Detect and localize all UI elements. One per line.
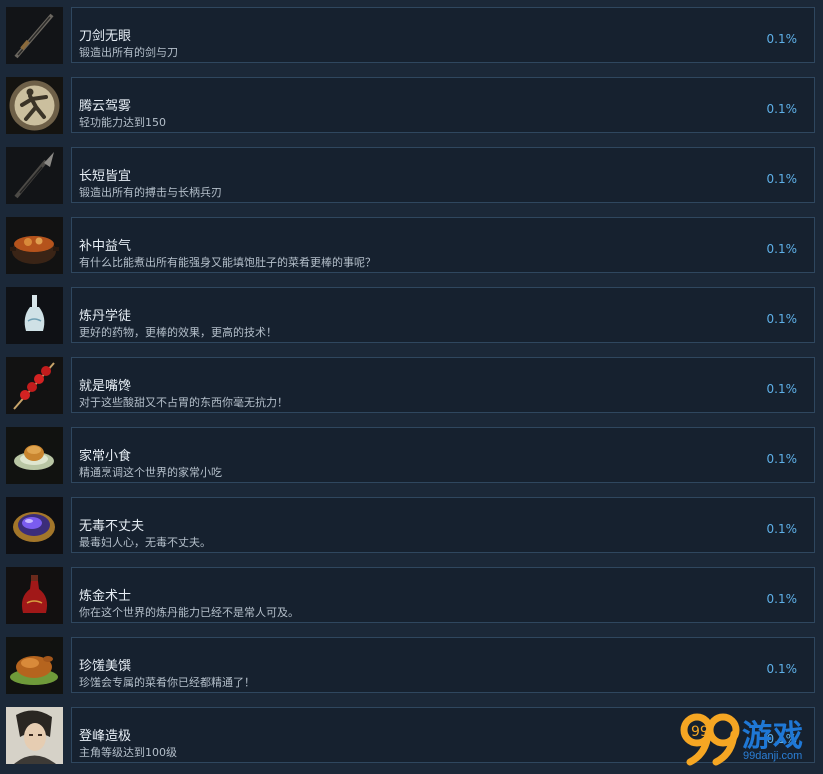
hero-portrait-icon (6, 707, 63, 764)
achievement-title: 珍馐美馔 (79, 659, 132, 674)
achievement-row[interactable]: 就是嘴馋 对于这些酸甜又不占胃的东西你毫无抗力！ 0.1% (0, 356, 823, 416)
red-flask-icon (6, 567, 63, 624)
achievement-percent: 0.1% (766, 382, 798, 396)
achievement-title: 炼丹学徒 (79, 309, 132, 324)
roast-chicken-icon (6, 637, 63, 694)
poison-bowl-icon (6, 497, 63, 554)
achievement-card: 就是嘴馋 对于这些酸甜又不占胃的东西你毫无抗力！ 0.1% (71, 357, 815, 413)
achievement-title: 炼金术士 (79, 589, 132, 604)
achievement-card: 长短皆宜 锻造出所有的搏击与长柄兵刃 0.1% (71, 147, 815, 203)
achievement-title: 长短皆宜 (79, 169, 132, 184)
achievement-description: 最毒妇人心，无毒不丈夫。 (79, 536, 211, 549)
achievement-description: 更好的药物，更棒的效果，更高的技术！ (79, 326, 277, 339)
achievement-percent: 0.1% (766, 172, 798, 186)
achievement-title: 腾云驾雾 (79, 99, 132, 114)
candied-haws-icon (6, 357, 63, 414)
achievement-percent: 0.1% (766, 522, 798, 536)
achievement-row[interactable]: 炼金术士 你在这个世界的炼丹能力已经不是常人可及。 0.1% (0, 566, 823, 626)
achievement-card: 刀剑无眼 锻造出所有的剑与刀 0.1% (71, 7, 815, 63)
dumpling-plate-icon (6, 427, 63, 484)
achievement-title: 无毒不丈夫 (79, 519, 145, 534)
achievement-row[interactable]: 补中益气 有什么比能煮出所有能强身又能填饱肚子的菜肴更棒的事呢？ 0.1% (0, 216, 823, 276)
achievement-row[interactable]: 刀剑无眼 锻造出所有的剑与刀 0.1% (0, 6, 823, 66)
achievement-description: 对于这些酸甜又不占胃的东西你毫无抗力！ (79, 396, 288, 409)
achievement-percent: 0.1% (766, 662, 798, 676)
achievement-title: 登峰造极 (79, 729, 132, 744)
kung-fu-emblem-icon (6, 77, 63, 134)
achievement-description: 珍馐会专属的菜肴你已经都精通了！ (79, 676, 255, 689)
site-watermark: 99 游戏 99danji.com (680, 710, 820, 772)
achievement-card: 无毒不丈夫 最毒妇人心，无毒不丈夫。 0.1% (71, 497, 815, 553)
achievement-description: 主角等级达到100级 (79, 746, 177, 759)
achievement-card: 珍馐美馔 珍馐会专属的菜肴你已经都精通了！ 0.1% (71, 637, 815, 693)
achievement-card: 腾云驾雾 轻功能力达到150 0.1% (71, 77, 815, 133)
achievement-title: 家常小食 (79, 449, 132, 464)
achievement-row[interactable]: 炼丹学徒 更好的药物，更棒的效果，更高的技术！ 0.1% (0, 286, 823, 346)
achievement-title: 补中益气 (79, 239, 132, 254)
spear-icon (6, 147, 63, 204)
achievement-title: 就是嘴馋 (79, 379, 132, 394)
achievement-percent: 0.1% (766, 592, 798, 606)
achievement-card: 炼金术士 你在这个世界的炼丹能力已经不是常人可及。 0.1% (71, 567, 815, 623)
achievement-percent: 0.1% (766, 242, 798, 256)
achievement-card: 家常小食 精通烹调这个世界的家常小吃 0.1% (71, 427, 815, 483)
achievement-description: 锻造出所有的剑与刀 (79, 46, 178, 59)
achievement-description: 你在这个世界的炼丹能力已经不是常人可及。 (79, 606, 299, 619)
achievement-percent: 0.1% (766, 312, 798, 326)
achievement-row[interactable]: 家常小食 精通烹调这个世界的家常小吃 0.1% (0, 426, 823, 486)
watermark-url: 99danji.com (743, 750, 803, 762)
achievement-row[interactable]: 珍馐美馔 珍馐会专属的菜肴你已经都精通了！ 0.1% (0, 636, 823, 696)
achievement-description: 精通烹调这个世界的家常小吃 (79, 466, 222, 479)
achievement-percent: 0.1% (766, 102, 798, 116)
achievement-row[interactable]: 腾云驾雾 轻功能力达到150 0.1% (0, 76, 823, 136)
watermark-brand-number: 99 (691, 724, 709, 740)
achievement-row[interactable]: 长短皆宜 锻造出所有的搏击与长柄兵刃 0.1% (0, 146, 823, 206)
achievement-row[interactable]: 无毒不丈夫 最毒妇人心，无毒不丈夫。 0.1% (0, 496, 823, 556)
achievement-card: 炼丹学徒 更好的药物，更棒的效果，更高的技术！ 0.1% (71, 287, 815, 343)
achievement-percent: 0.1% (766, 32, 798, 46)
achievement-list: 刀剑无眼 锻造出所有的剑与刀 0.1% 腾云驾雾 轻功能力达到150 0.1% (0, 0, 823, 774)
stew-pot-icon (6, 217, 63, 274)
achievement-description: 有什么比能煮出所有能强身又能填饱肚子的菜肴更棒的事呢？ (79, 256, 376, 269)
achievement-title: 刀剑无眼 (79, 29, 132, 44)
achievement-description: 锻造出所有的搏击与长柄兵刃 (79, 186, 222, 199)
achievement-card: 补中益气 有什么比能煮出所有能强身又能填饱肚子的菜肴更棒的事呢？ 0.1% (71, 217, 815, 273)
watermark-brand-text: 游戏 (742, 719, 804, 754)
achievement-percent: 0.1% (766, 452, 798, 466)
sword-icon (6, 7, 63, 64)
porcelain-vase-icon (6, 287, 63, 344)
watermark-logo-icon: 99 (680, 713, 740, 766)
achievement-description: 轻功能力达到150 (79, 116, 166, 129)
